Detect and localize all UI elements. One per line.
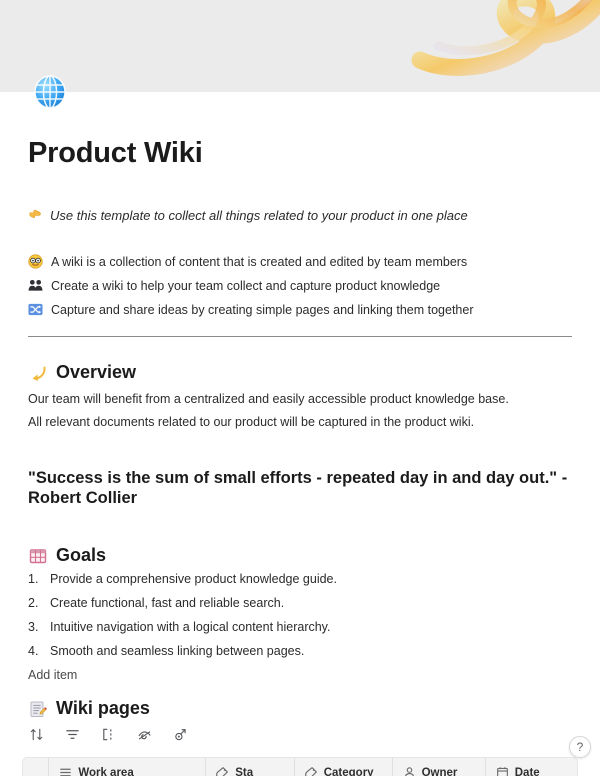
column-header-owner[interactable]: Owner [393,757,486,776]
table-grid-icon [29,548,47,563]
column-header-label: Sta [235,766,254,776]
bullet-text: Create a wiki to help your team collect … [51,279,441,293]
column-header-label: Work area [78,766,134,776]
calendar-icon [496,767,508,776]
overview-heading-text: Overview [56,362,137,382]
bullet-row: Capture and share ideas by creating simp… [28,302,568,318]
wiki-pages-heading: Wiki pages [28,698,150,719]
overview-heading: Overview [28,362,136,383]
wiki-pages-table: Work area Sta Category Owner Date [22,757,578,776]
section-divider [28,336,572,337]
list-item: 3. Intuitive navigation with a logical c… [28,619,448,635]
help-button[interactable]: ? [569,736,591,758]
goals-list: 1. Provide a comprehensive product knowl… [28,571,448,667]
column-header-work-area[interactable]: Work area [49,757,207,776]
memo-icon [30,701,47,717]
list-item-number: 3. [28,620,39,634]
overview-paragraph: All relevant documents related to our pr… [28,415,475,429]
quote-text: "Success is the sum of small efforts - r… [28,469,568,507]
pointing-right-icon [29,209,41,218]
list-item-text: Smooth and seamless linking between page… [50,644,305,658]
group-icon[interactable] [100,726,117,743]
column-header-status[interactable]: Sta [206,757,295,776]
hide-fields-icon[interactable] [136,726,153,743]
row-drag-handle-column [23,757,50,776]
list-toolbar [28,726,189,743]
wiki-page: Product Wiki Use this template to collec… [0,0,600,776]
globe-icon [34,75,66,109]
automation-icon[interactable] [172,726,189,743]
table-header-row: Work area Sta Category Owner Date [22,757,578,776]
bullet-row: A wiki is a collection of content that i… [28,254,568,270]
column-header-label: Date [514,766,540,776]
list-item: 2. Create functional, fast and reliable … [28,595,448,611]
column-header-label: Category [323,766,374,776]
column-header-category[interactable]: Category [295,757,393,776]
sort-icon[interactable] [28,726,45,743]
bullet-row: Create a wiki to help your team collect … [28,278,568,294]
tag-icon [304,767,317,776]
intro-bullets: A wiki is a collection of content that i… [28,254,568,326]
list-item-number: 2. [28,596,39,610]
bullet-text: A wiki is a collection of content that i… [51,255,468,269]
curved-arrow-icon [32,366,46,381]
list-item: 4. Smooth and seamless linking between p… [28,643,448,659]
shuffle-icon [28,303,43,316]
list-item-number: 1. [28,572,39,586]
goals-heading-text: Goals [56,545,107,565]
ribbon-decoration [411,0,600,76]
text-lines-icon [60,768,72,776]
bullet-text: Capture and share ideas by creating simp… [51,303,474,317]
list-item: 1. Provide a comprehensive product knowl… [28,571,448,587]
filter-icon[interactable] [64,726,81,743]
tagline-text: Use this template to collect all things … [50,208,468,223]
column-header-label: Owner [421,766,458,776]
list-item-text: Intuitive navigation with a logical cont… [50,620,331,634]
page-tagline: Use this template to collect all things … [28,206,468,226]
nerd-face-icon [28,254,43,269]
overview-paragraph: Our team will benefit from a centralized… [28,392,509,406]
page-banner [0,0,600,92]
tag-icon [216,767,229,776]
person-icon [404,767,414,776]
wiki-pages-heading-text: Wiki pages [56,698,150,718]
column-header-date[interactable]: Date [486,758,577,776]
list-item-number: 4. [28,644,39,658]
list-item-text: Create functional, fast and reliable sea… [50,596,285,610]
people-icon [28,279,43,291]
add-item-button[interactable]: Add item [28,667,77,683]
goals-heading: Goals [28,545,106,566]
page-title: Product Wiki [28,137,203,169]
list-item-text: Provide a comprehensive product knowledg… [50,572,337,586]
